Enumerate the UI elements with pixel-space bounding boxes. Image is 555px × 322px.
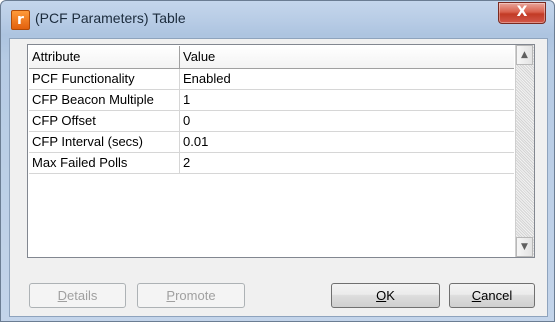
attribute-cell: CFP Interval (secs): [29, 132, 180, 152]
dialog-window: r (PCF Parameters) Table X Attribute Val…: [0, 0, 555, 322]
attribute-cell: PCF Functionality: [29, 69, 180, 89]
close-button[interactable]: X: [498, 2, 546, 24]
table-row[interactable]: PCF Functionality Enabled: [29, 69, 514, 90]
value-cell[interactable]: 0.01: [180, 132, 514, 152]
details-label: etails: [67, 288, 98, 303]
attribute-cell: CFP Offset: [29, 111, 180, 131]
value-cell[interactable]: 2: [180, 153, 514, 173]
cancel-label: ancel: [481, 288, 513, 303]
cancel-accelerator: C: [471, 288, 482, 303]
table-row[interactable]: CFP Interval (secs) 0.01: [29, 132, 514, 153]
attribute-cell: CFP Beacon Multiple: [29, 90, 180, 110]
vertical-scrollbar[interactable]: ▲ ▼: [515, 45, 534, 257]
title-bar[interactable]: r (PCF Parameters) Table X: [1, 1, 554, 35]
value-cell[interactable]: 0: [180, 111, 514, 131]
column-header-attribute[interactable]: Attribute: [29, 46, 180, 68]
app-logo-icon: r: [11, 10, 30, 30]
attribute-table: Attribute Value PCF Functionality Enable…: [27, 44, 535, 258]
details-accelerator: D: [57, 288, 68, 303]
value-cell[interactable]: Enabled: [180, 69, 514, 89]
table-row[interactable]: CFP Beacon Multiple 1: [29, 90, 514, 111]
window-title: (PCF Parameters) Table: [35, 10, 186, 26]
promote-button[interactable]: Promote: [137, 283, 245, 308]
column-header-value[interactable]: Value: [180, 46, 514, 68]
ok-label: K: [386, 288, 395, 303]
promote-accelerator: P: [166, 288, 176, 303]
value-cell[interactable]: 1: [180, 90, 514, 110]
scroll-up-icon[interactable]: ▲: [516, 45, 533, 65]
ok-button[interactable]: OK: [331, 283, 440, 308]
details-button[interactable]: Details: [29, 283, 126, 308]
table-row[interactable]: CFP Offset 0: [29, 111, 514, 132]
cancel-button[interactable]: Cancel: [449, 283, 535, 308]
attribute-cell: Max Failed Polls: [29, 153, 180, 173]
table-header: Attribute Value: [29, 46, 514, 69]
ok-accelerator: O: [376, 288, 387, 303]
promote-label: romote: [175, 288, 216, 303]
scroll-down-icon[interactable]: ▼: [516, 237, 533, 257]
table-row[interactable]: Max Failed Polls 2: [29, 153, 514, 174]
dialog-body: Attribute Value PCF Functionality Enable…: [9, 38, 548, 317]
